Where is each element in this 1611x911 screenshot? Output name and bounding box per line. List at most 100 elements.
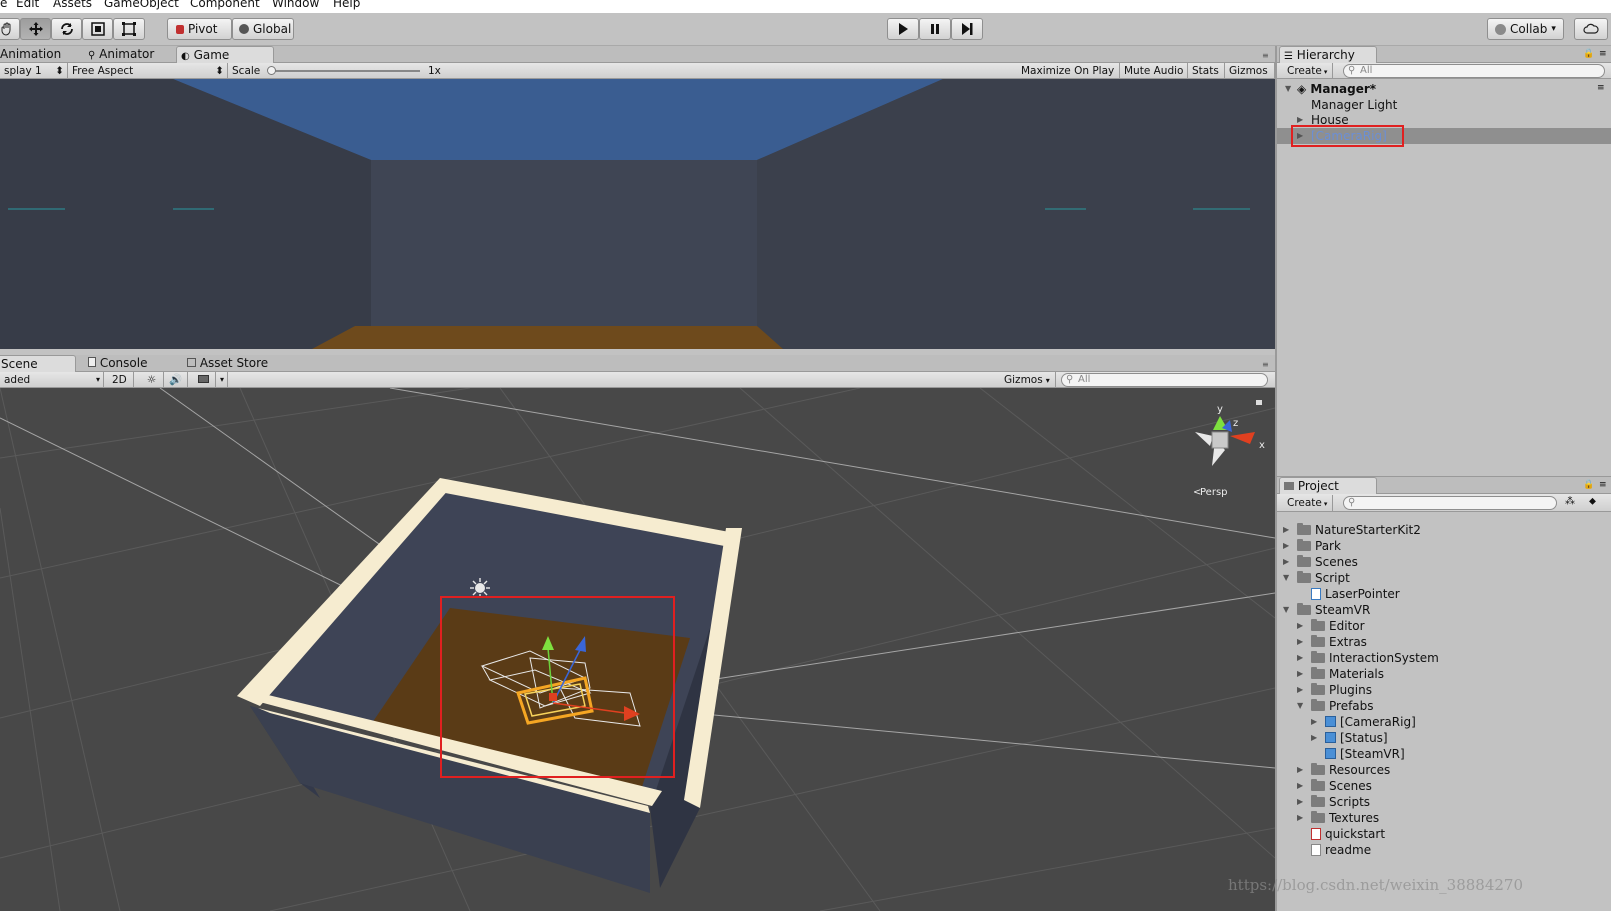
- project-item-steamvr[interactable]: ▼ SteamVR: [1283, 602, 1370, 618]
- project-item-scenes[interactable]: ▶ Scenes: [1283, 554, 1358, 570]
- panel-menu-icon[interactable]: ≡: [1599, 49, 1607, 59]
- tab-console[interactable]: Console: [84, 355, 174, 372]
- project-item-plugins[interactable]: ▶ Plugins: [1297, 682, 1372, 698]
- hierarchy-search-input[interactable]: ⚲ All: [1343, 64, 1605, 78]
- shading-mode-dropdown[interactable]: aded ▾: [0, 372, 104, 388]
- expand-arrow-icon[interactable]: ▶: [1297, 634, 1303, 650]
- lock-icon[interactable]: 🔒: [1583, 49, 1594, 59]
- expand-arrow-icon[interactable]: ▶: [1297, 762, 1303, 778]
- expand-arrow-icon[interactable]: ▶: [1283, 554, 1289, 570]
- move-tool-button[interactable]: [20, 18, 51, 40]
- collapse-arrow-icon[interactable]: ▼: [1297, 698, 1303, 714]
- collapse-arrow-icon[interactable]: ▼: [1283, 602, 1289, 618]
- panel-menu-icon[interactable]: ≡: [1599, 480, 1607, 490]
- scale-slider-thumb[interactable]: [267, 66, 276, 75]
- display-dropdown[interactable]: splay 1 ⬍: [0, 63, 68, 79]
- menu-component[interactable]: Component: [190, 0, 260, 10]
- expand-arrow-icon[interactable]: ▶: [1283, 522, 1289, 538]
- expand-arrow-icon[interactable]: ▶: [1311, 714, 1317, 730]
- project-item-editor[interactable]: ▶ Editor: [1297, 618, 1365, 634]
- pivot-button[interactable]: Pivot: [167, 18, 232, 40]
- aspect-dropdown[interactable]: Free Aspect ⬍: [68, 63, 228, 79]
- expand-arrow-icon[interactable]: ▼: [1285, 81, 1291, 97]
- global-button[interactable]: Global: [232, 18, 294, 40]
- project-search-input[interactable]: ⚲: [1343, 496, 1557, 510]
- scale-slider-track[interactable]: [270, 70, 420, 72]
- expand-arrow-icon[interactable]: ▶: [1297, 778, 1303, 794]
- expand-arrow-icon[interactable]: ▶: [1297, 650, 1303, 666]
- scene-search-input[interactable]: ⚲ All: [1061, 373, 1268, 387]
- project-item-steamvr-prefab[interactable]: [SteamVR]: [1325, 746, 1405, 762]
- scene-view[interactable]: y z x Persp <: [0, 388, 1275, 911]
- filter-by-type-icon[interactable]: ⁂: [1565, 496, 1575, 507]
- project-item-naturestarterkit2[interactable]: ▶ NatureStarterKit2: [1283, 522, 1421, 538]
- project-item-extras[interactable]: ▶ Extras: [1297, 634, 1367, 650]
- effects-dropdown[interactable]: ▾: [216, 372, 228, 388]
- expand-arrow-icon[interactable]: ▶: [1283, 538, 1289, 554]
- hierarchy-create-dropdown[interactable]: Create ▾: [1283, 63, 1333, 79]
- project-item-interactionsystem[interactable]: ▶ InteractionSystem: [1297, 650, 1439, 666]
- tab-game[interactable]: ◐ Game: [176, 46, 274, 63]
- game-view[interactable]: [0, 79, 1275, 349]
- filter-by-label-icon[interactable]: ⬥: [1589, 496, 1596, 507]
- cloud-button[interactable]: [1574, 18, 1608, 40]
- tab-asset-store[interactable]: Asset Store: [183, 355, 283, 372]
- hand-tool-button[interactable]: [0, 18, 20, 40]
- lighting-toggle[interactable]: ☼: [140, 372, 164, 388]
- project-item-quickstart[interactable]: quickstart: [1311, 826, 1385, 842]
- project-item-park[interactable]: ▶ Park: [1283, 538, 1341, 554]
- play-button[interactable]: [887, 18, 919, 40]
- menu-gameobject[interactable]: GameObject: [104, 0, 179, 10]
- tab-animation[interactable]: Animation: [0, 46, 78, 63]
- 2d-toggle[interactable]: 2D: [108, 372, 134, 388]
- rect-tool-button[interactable]: [113, 18, 145, 40]
- project-item-camerarig-prefab[interactable]: ▶ [CameraRig]: [1311, 714, 1416, 730]
- project-item-resources[interactable]: ▶ Resources: [1297, 762, 1390, 778]
- tab-scene[interactable]: Scene: [0, 355, 76, 372]
- panel-menu-icon[interactable]: ≡: [1262, 360, 1269, 369]
- project-item-textures[interactable]: ▶ Textures: [1297, 810, 1379, 826]
- menu-edit[interactable]: Edit: [16, 0, 39, 10]
- project-item-status-prefab[interactable]: ▶ [Status]: [1311, 730, 1388, 746]
- lock-icon[interactable]: 🔒: [1583, 480, 1594, 490]
- scene-options-icon[interactable]: ≡: [1597, 83, 1605, 93]
- scene-root[interactable]: ▼ ◈ Manager*: [1285, 81, 1376, 97]
- menu-assets[interactable]: Assets: [53, 0, 92, 10]
- game-gizmos-dropdown[interactable]: Gizmos: [1225, 63, 1275, 79]
- expand-arrow-icon[interactable]: ▶: [1297, 682, 1303, 698]
- expand-arrow-icon[interactable]: ▶: [1311, 730, 1317, 746]
- maximize-on-play-toggle[interactable]: Maximize On Play: [1017, 63, 1120, 79]
- project-item-script[interactable]: ▼ Script: [1283, 570, 1350, 586]
- expand-arrow-icon[interactable]: ▶: [1297, 666, 1303, 682]
- collab-button[interactable]: Collab ▾: [1487, 18, 1564, 40]
- project-item-steamvr-scenes[interactable]: ▶ Scenes: [1297, 778, 1372, 794]
- pause-button[interactable]: [919, 18, 951, 40]
- expand-arrow-icon[interactable]: ▶: [1297, 794, 1303, 810]
- expand-arrow-icon[interactable]: ▶: [1297, 618, 1303, 634]
- sun-icon: ☼: [146, 374, 157, 386]
- hierarchy-item-manager-light[interactable]: Manager Light: [1311, 97, 1397, 113]
- project-item-materials[interactable]: ▶ Materials: [1297, 666, 1384, 682]
- menu-help[interactable]: Help: [333, 0, 360, 10]
- menu-file[interactable]: e: [0, 0, 7, 10]
- project-item-laserpointer[interactable]: LaserPointer: [1311, 586, 1400, 602]
- effects-toggle[interactable]: [192, 372, 216, 388]
- tab-project[interactable]: Project: [1279, 477, 1377, 494]
- tab-hierarchy[interactable]: ☰ Hierarchy: [1279, 46, 1377, 63]
- expand-arrow-icon[interactable]: ▶: [1297, 810, 1303, 826]
- tab-animator[interactable]: ⚲ Animator: [84, 46, 180, 63]
- project-create-dropdown[interactable]: Create ▾: [1283, 495, 1333, 511]
- rotate-tool-button[interactable]: [51, 18, 82, 40]
- project-item-scripts[interactable]: ▶ Scripts: [1297, 794, 1370, 810]
- stats-toggle[interactable]: Stats: [1188, 63, 1225, 79]
- project-item-prefabs[interactable]: ▼ Prefabs: [1297, 698, 1374, 714]
- menu-window[interactable]: Window: [272, 0, 319, 10]
- project-item-readme[interactable]: readme: [1311, 842, 1371, 858]
- scale-tool-button[interactable]: [82, 18, 113, 40]
- panel-menu-icon[interactable]: ≡: [1262, 51, 1269, 60]
- collapse-arrow-icon[interactable]: ▼: [1283, 570, 1289, 586]
- scene-gizmos-dropdown[interactable]: Gizmos ▾: [1000, 372, 1056, 388]
- audio-toggle[interactable]: 🔊: [164, 372, 188, 388]
- step-button[interactable]: [951, 18, 983, 40]
- mute-audio-toggle[interactable]: Mute Audio: [1120, 63, 1188, 79]
